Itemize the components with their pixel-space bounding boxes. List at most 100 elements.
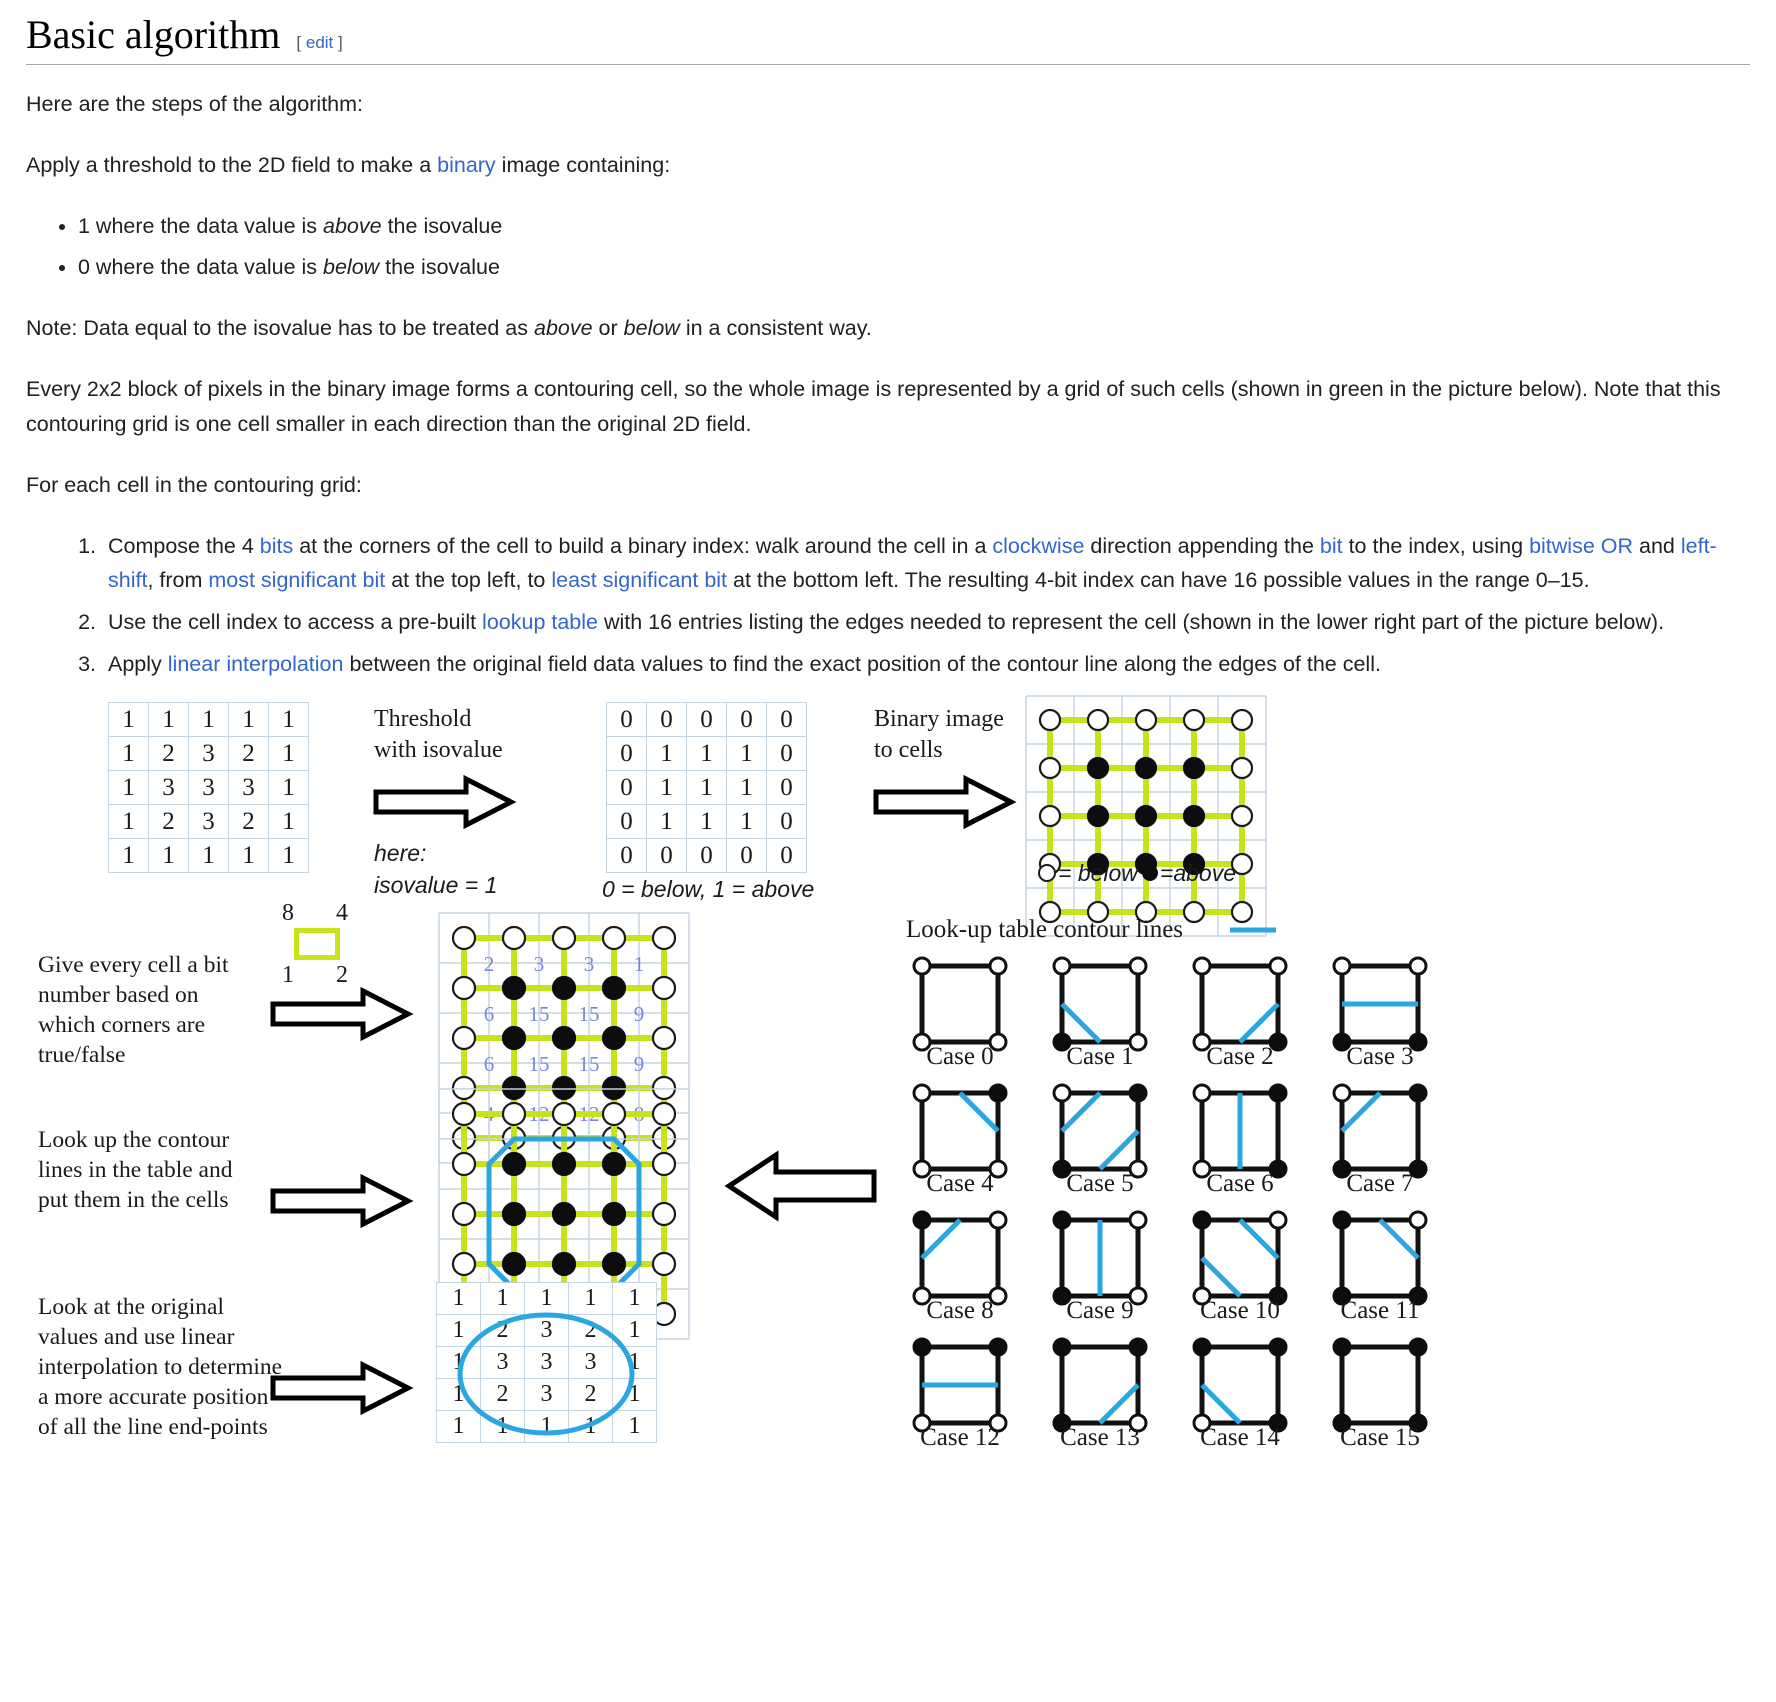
lut-case[interactable]: Case 0	[908, 952, 1012, 1071]
lut-case[interactable]: Case 12	[908, 1333, 1012, 1452]
table-cell: 3	[524, 1345, 569, 1379]
table-cell: 1	[686, 735, 727, 771]
table-cell: 1	[108, 701, 149, 737]
table-cell: 0	[726, 701, 767, 737]
inline-link[interactable]: bitwise OR	[1529, 534, 1633, 558]
table-cell: 2	[148, 803, 189, 839]
node-above	[501, 975, 527, 1001]
note-mid: or	[592, 316, 624, 341]
list-item: Compose the 4 bits at the corners of the…	[102, 529, 1750, 599]
lut-case-square	[1332, 1083, 1428, 1179]
table-row: 11111	[436, 1409, 657, 1443]
threshold-text-after: image containing:	[495, 152, 671, 177]
node-below	[451, 975, 477, 1001]
note-em-below: below	[623, 316, 680, 341]
article-body: Basic algorithm [ edit ] Here are the st…	[0, 0, 1776, 1510]
table-cell: 2	[148, 735, 189, 771]
cell-index-value: 1	[634, 952, 645, 976]
table-cell: 3	[148, 769, 189, 805]
table-row: 12321	[108, 735, 309, 771]
table-row: 11111	[436, 1281, 657, 1315]
corner-below	[1268, 1210, 1288, 1230]
lut-case[interactable]: Case 1	[1048, 952, 1152, 1071]
lut-case-label: Case 15	[1340, 1423, 1420, 1451]
node-below	[451, 1251, 477, 1277]
arrow-from-lut-icon	[724, 1150, 877, 1222]
interpolation-grid: 1111112321133311232111111	[436, 1281, 657, 1443]
lut-case[interactable]: Case 4	[908, 1079, 1012, 1198]
bullet-1-pre: 0 where the data value is	[78, 255, 324, 280]
lut-case[interactable]: Case 15	[1328, 1333, 1432, 1452]
lut-case-square	[1192, 956, 1288, 1052]
inline-link[interactable]: clockwise	[992, 534, 1084, 558]
bit-label-bl: 1	[282, 961, 294, 988]
node-above	[1134, 804, 1158, 828]
lut-case-square	[1332, 1337, 1428, 1433]
node-below	[1182, 708, 1206, 732]
corner-below	[1192, 1083, 1212, 1103]
table-cell: 0	[766, 837, 807, 873]
arrow-lookup-icon	[270, 1173, 414, 1229]
lut-case-square	[1052, 1210, 1148, 1306]
inline-link[interactable]: least significant bit	[551, 568, 727, 592]
lut-case[interactable]: Case 14	[1188, 1333, 1292, 1452]
edit-section-link[interactable]: [ edit ]	[296, 33, 342, 53]
list-item: Use the cell index to access a pre-built…	[102, 605, 1750, 640]
table-cell: 1	[268, 803, 309, 839]
inline-link[interactable]: lookup table	[482, 610, 598, 634]
inline-link[interactable]: bit	[1320, 534, 1343, 558]
table-cell: 1	[480, 1409, 525, 1443]
inline-link[interactable]: linear interpolation	[168, 652, 344, 676]
table-cell: 0	[606, 769, 647, 805]
node-below	[1086, 708, 1110, 732]
table-row: 11111	[108, 701, 309, 737]
inline-link[interactable]: bits	[260, 534, 293, 558]
lut-case[interactable]: Case 11	[1328, 1206, 1432, 1325]
bullet-1-em: below	[323, 255, 380, 280]
cell-index-value: 15	[579, 1052, 600, 1076]
lut-case-square	[1052, 1083, 1148, 1179]
table-cell: 0	[766, 803, 807, 839]
lut-case-square	[912, 956, 1008, 1052]
corner-below	[912, 1083, 932, 1103]
bit-label-tl: 8	[282, 899, 294, 926]
lut-case[interactable]: Case 5	[1048, 1079, 1152, 1198]
lut-case[interactable]: Case 13	[1048, 1333, 1152, 1452]
lut-case[interactable]: Case 6	[1188, 1079, 1292, 1198]
edit-link-text[interactable]: edit	[306, 33, 333, 52]
binary-cells-picture	[1025, 695, 1278, 937]
inline-link[interactable]: most significant bit	[208, 568, 385, 592]
cells-grid-svg	[1025, 695, 1267, 937]
node-above	[1182, 756, 1206, 780]
filled-circle-icon	[1141, 865, 1158, 882]
lut-case[interactable]: Case 8	[908, 1206, 1012, 1325]
cell-index-value: 15	[579, 1002, 600, 1026]
threshold-label-line2: with isovalue	[374, 736, 503, 763]
arrow-bit-number-icon	[270, 986, 414, 1042]
lut-case[interactable]: Case 9	[1048, 1206, 1152, 1325]
table-cell: 1	[228, 701, 269, 737]
table-row: 01110	[606, 769, 807, 805]
lut-case-square	[912, 1210, 1008, 1306]
node-below	[601, 1101, 627, 1127]
node-below	[1230, 756, 1254, 780]
table-cell: 1	[726, 735, 767, 771]
lut-case[interactable]: Case 10	[1188, 1206, 1292, 1325]
lut-case[interactable]: Case 3	[1328, 952, 1432, 1071]
table-cell: 1	[268, 701, 309, 737]
cell-index-value: 15	[529, 1052, 550, 1076]
contour-line-swatch-icon	[1230, 927, 1277, 933]
bullet-1-post: the isovalue	[379, 255, 500, 280]
binary-to-cells-line2: to cells	[874, 736, 943, 763]
node-below	[1134, 708, 1158, 732]
table-row: 13331	[108, 769, 309, 805]
lut-case-label: Case 13	[1060, 1423, 1140, 1451]
node-below	[451, 1101, 477, 1127]
bracket-open: [	[296, 33, 302, 52]
binary-to-cells-label: Binary image to cells	[874, 704, 1044, 765]
corner-above	[1128, 1083, 1148, 1103]
lut-case[interactable]: Case 2	[1188, 952, 1292, 1071]
link-binary[interactable]: binary	[437, 153, 496, 177]
lut-case[interactable]: Case 7	[1328, 1079, 1432, 1198]
table-cell: 1	[646, 735, 687, 771]
